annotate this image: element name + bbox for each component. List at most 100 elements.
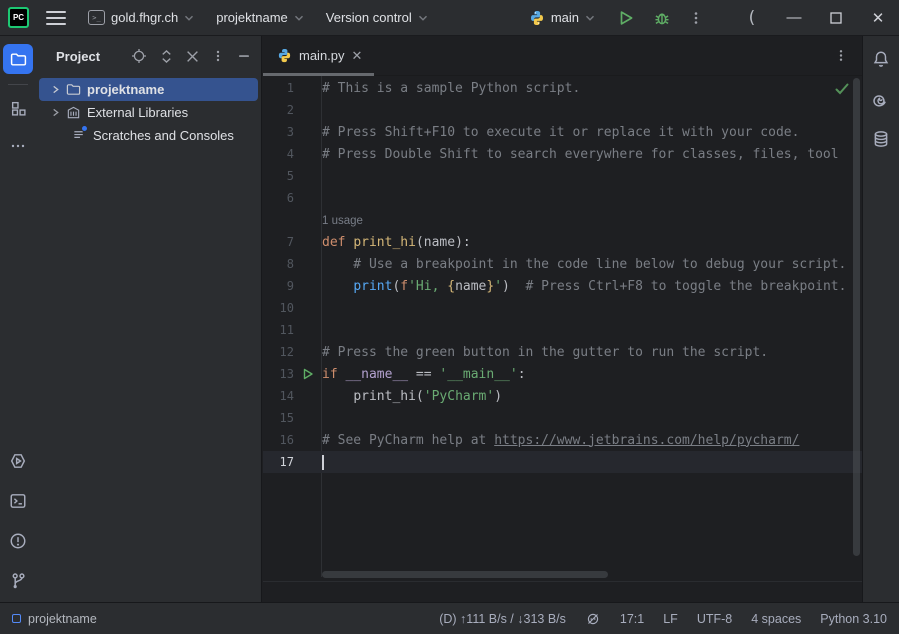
code-line[interactable]: 13if __name__ == '__main__': <box>263 363 862 385</box>
line-number[interactable]: 5 <box>263 169 294 183</box>
line-number[interactable]: 15 <box>263 411 294 425</box>
expand-collapse-icon[interactable] <box>160 49 173 64</box>
horizontal-scrollbar[interactable] <box>322 571 608 578</box>
debug-button[interactable] <box>653 9 671 27</box>
code-line[interactable]: 16# See PyCharm help at https://www.jetb… <box>263 429 862 451</box>
tree-item-external-libraries[interactable]: External Libraries <box>39 101 258 124</box>
inspections-ok-icon[interactable] <box>835 83 849 95</box>
indent-widget[interactable]: 4 spaces <box>751 612 801 626</box>
project-square-icon <box>12 614 21 623</box>
minimize-button[interactable]: — <box>773 9 815 26</box>
line-number[interactable]: 16 <box>263 433 294 447</box>
code-line[interactable]: 4 # Press Double Shift to search everywhe… <box>263 143 862 165</box>
editor-area: main.py ✕ 1 # This is a sample Python scr… <box>263 36 862 602</box>
highlighting-off-icon[interactable] <box>585 611 601 627</box>
line-number[interactable]: 14 <box>263 389 294 403</box>
vcs-widget[interactable]: Version control <box>326 10 428 25</box>
git-tool-button[interactable] <box>3 566 33 596</box>
workspace-switcher[interactable]: >_ gold.fhgr.ch <box>88 10 194 25</box>
line-ending-widget[interactable]: LF <box>663 612 678 626</box>
code-text: print(f'Hi, {name}') # Press Ctrl+F8 to … <box>321 279 846 294</box>
gutter-run-icon[interactable] <box>294 368 321 380</box>
line-number[interactable]: 4 <box>263 147 294 161</box>
chevron-down-icon <box>585 13 595 23</box>
main-menu-icon[interactable] <box>46 11 66 25</box>
structure-tool-button[interactable] <box>3 93 33 123</box>
caret-position-widget[interactable]: 17:1 <box>620 612 644 626</box>
run-button[interactable] <box>617 9 635 27</box>
code-viewport[interactable]: 1 # This is a sample Python script. 2 3 # Pr… <box>263 76 862 602</box>
code-line[interactable]: 8 # Use a breakpoint in the code line be… <box>263 253 862 275</box>
code-line[interactable]: 1 usage <box>263 209 862 231</box>
code-line[interactable]: 12# Press the green button in the gutter… <box>263 341 862 363</box>
tree-item-label: External Libraries <box>87 105 188 120</box>
close-button[interactable]: ✕ <box>857 9 899 27</box>
tree-item-label: projektname <box>87 82 164 97</box>
code-line[interactable]: 9 print(f'Hi, {name}') # Press Ctrl+F8 t… <box>263 275 862 297</box>
code-text: # Press Shift+F10 to execute it or repla… <box>321 125 799 140</box>
line-number[interactable]: 13 <box>263 367 294 381</box>
editor-tab-bar: main.py ✕ <box>263 36 862 76</box>
code-text: # Press Double Shift to search everywher… <box>321 147 839 162</box>
code-text: def print_hi(name): <box>321 235 471 250</box>
code-line[interactable]: 7 def print_hi(name): <box>263 231 862 253</box>
tree-item-label: Scratches and Consoles <box>93 128 234 143</box>
services-tool-button[interactable] <box>3 446 33 476</box>
hide-panel-icon[interactable] <box>237 49 251 63</box>
vcs-label: Version control <box>326 10 412 25</box>
encoding-widget[interactable]: UTF-8 <box>697 612 732 626</box>
tab-main-py[interactable]: main.py ✕ <box>263 36 374 76</box>
code-line[interactable]: 14 print_hi('PyCharm') <box>263 385 862 407</box>
code-line[interactable]: 17 <box>263 451 862 473</box>
more-actions-kebab-icon[interactable] <box>689 10 703 26</box>
tab-options-kebab-icon[interactable] <box>835 48 847 63</box>
interpreter-widget[interactable]: Python 3.10 <box>820 612 887 626</box>
chevron-down-icon <box>294 13 304 23</box>
line-number[interactable]: 6 <box>263 191 294 205</box>
line-number[interactable]: 12 <box>263 345 294 359</box>
line-number[interactable]: 11 <box>263 323 294 337</box>
status-project-widget[interactable]: projektname <box>12 612 97 626</box>
code-line[interactable]: 10 <box>263 297 862 319</box>
project-switcher[interactable]: projektname <box>216 10 304 25</box>
window-curve-icon[interactable]: ( <box>731 8 773 28</box>
collapse-all-icon[interactable] <box>186 50 199 63</box>
line-number[interactable]: 2 <box>263 103 294 117</box>
line-number[interactable]: 17 <box>263 455 294 469</box>
code-line[interactable]: 1 # This is a sample Python script. <box>263 77 862 99</box>
code-line[interactable]: 2 <box>263 99 862 121</box>
chevron-right-icon[interactable] <box>47 108 63 117</box>
code-line[interactable]: 5 <box>263 165 862 187</box>
database-button[interactable] <box>866 124 896 154</box>
python-icon <box>277 48 292 63</box>
locate-file-icon[interactable] <box>131 48 147 64</box>
terminal-tool-button[interactable] <box>3 486 33 516</box>
line-number[interactable]: 3 <box>263 125 294 139</box>
tab-close-icon[interactable]: ✕ <box>352 49 363 62</box>
project-tool-button[interactable] <box>3 44 33 74</box>
code-line[interactable]: 15 <box>263 407 862 429</box>
tree-item-scratches[interactable]: Scratches and Consoles <box>39 124 258 147</box>
code-line[interactable]: 3 # Press Shift+F10 to execute it or repl… <box>263 121 862 143</box>
vertical-scrollbar[interactable] <box>853 78 860 556</box>
notifications-bell-button[interactable] <box>866 44 896 74</box>
problems-tool-button[interactable] <box>3 526 33 556</box>
code-line[interactable]: 11 <box>263 319 862 341</box>
maximize-button[interactable] <box>815 12 857 24</box>
ai-assistant-button[interactable] <box>866 84 896 114</box>
code-text: # This is a sample Python script. <box>321 81 580 96</box>
run-configuration-selector[interactable]: main <box>529 10 595 26</box>
line-number[interactable]: 9 <box>263 279 294 293</box>
more-tool-windows-button[interactable] <box>3 131 33 161</box>
panel-options-kebab-icon[interactable] <box>212 49 224 63</box>
line-number[interactable]: 7 <box>263 235 294 249</box>
code-line[interactable]: 6 <box>263 187 862 209</box>
chevron-right-icon[interactable] <box>47 85 63 94</box>
network-traffic-widget[interactable]: (D) ↑111 B/s / ↓313 B/s <box>439 612 566 626</box>
run-config-name: main <box>551 10 579 25</box>
line-number[interactable]: 1 <box>263 81 294 95</box>
tree-item-projektname[interactable]: projektname <box>39 78 258 101</box>
usages-inlay-hint[interactable]: 1 usage <box>322 215 363 227</box>
line-number[interactable]: 8 <box>263 257 294 271</box>
line-number[interactable]: 10 <box>263 301 294 315</box>
